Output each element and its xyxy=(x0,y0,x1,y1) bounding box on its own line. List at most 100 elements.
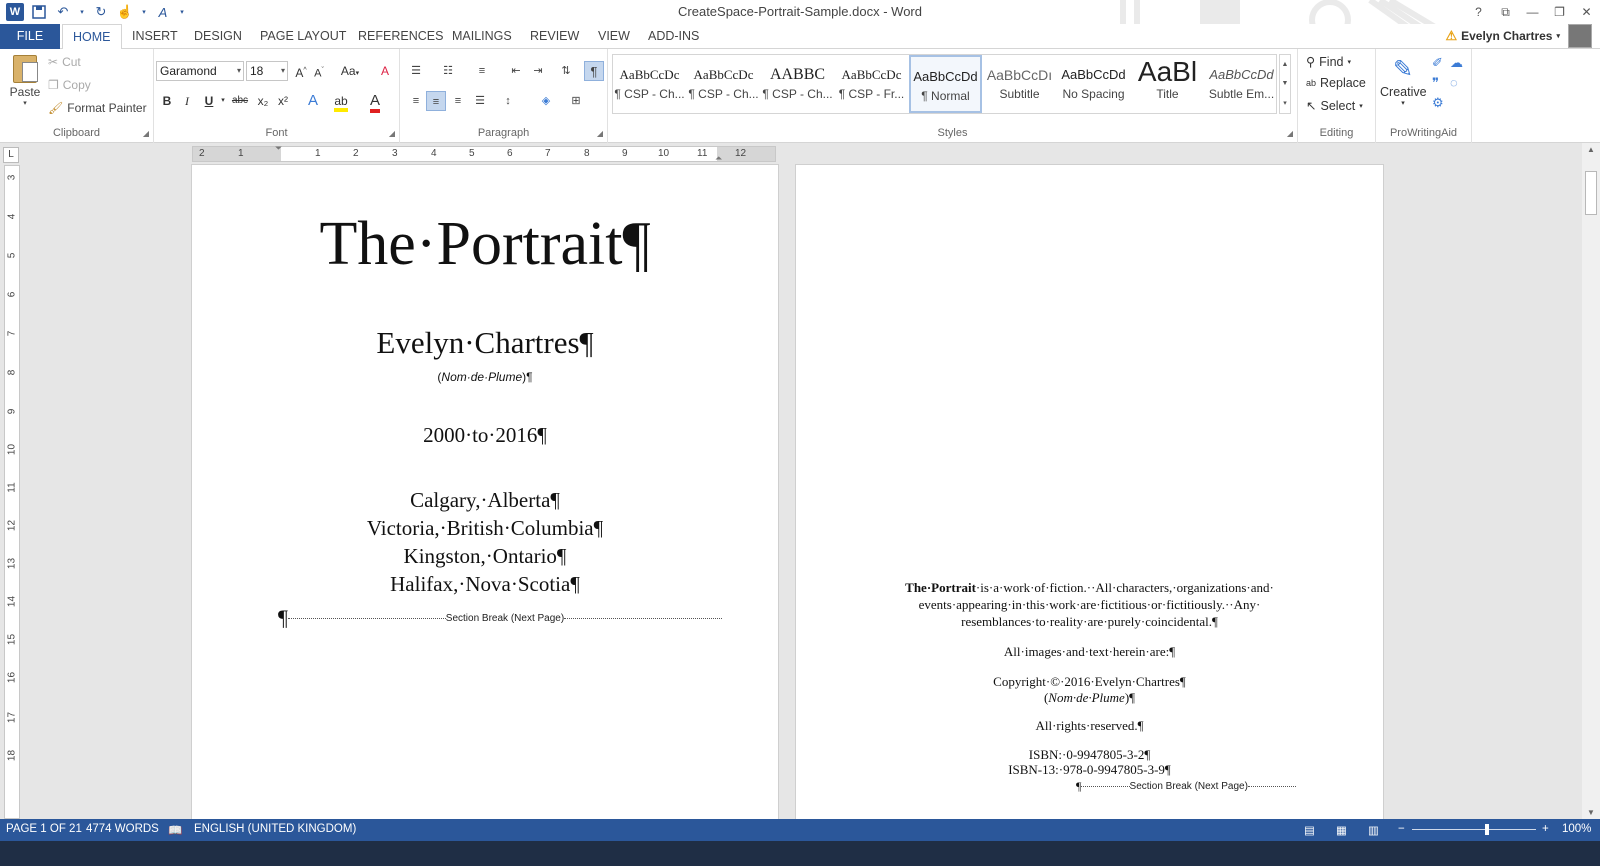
tab-selector[interactable]: L xyxy=(3,147,19,163)
style-csp-chapter-2[interactable]: AaBbCcDc ¶ CSP - Ch... xyxy=(687,55,760,113)
tab-add-ins[interactable]: ADD-INS xyxy=(638,24,709,49)
tab-page-layout[interactable]: PAGE LAYOUT xyxy=(250,24,356,49)
tab-view[interactable]: VIEW xyxy=(588,24,640,49)
text-effects-icon[interactable]: A xyxy=(304,91,322,111)
format-painter-button[interactable]: 🖌 Format Painter xyxy=(48,101,147,115)
copy-button[interactable]: ❐ Copy xyxy=(48,78,91,92)
ribbon-display-icon[interactable]: ⧉ xyxy=(1492,0,1519,24)
tab-mailings[interactable]: MAILINGS xyxy=(442,24,522,49)
tab-review[interactable]: REVIEW xyxy=(520,24,589,49)
clear-formatting-icon[interactable]: A xyxy=(376,61,394,81)
touch-dropdown-icon[interactable]: ▾ xyxy=(140,3,148,21)
scroll-up-icon[interactable]: ▲ xyxy=(1282,61,1289,68)
paste-button[interactable]: Paste ▾ xyxy=(8,55,42,107)
settings-gear-icon[interactable]: ⚙ xyxy=(1432,95,1450,111)
change-case-button[interactable]: Aa▾ xyxy=(338,61,362,81)
scroll-up-arrow-icon[interactable]: ▲ xyxy=(1582,145,1600,154)
indent-marker-icon[interactable]: ⏷ xyxy=(275,143,282,154)
scroll-down-icon[interactable]: ▼ xyxy=(1282,80,1289,87)
user-account[interactable]: ⚠ Evelyn Chartres ▾ xyxy=(1445,28,1560,44)
word-count[interactable]: 4774 WORDS xyxy=(86,823,159,835)
multilevel-list-icon[interactable]: ≡ xyxy=(472,61,492,81)
show-formatting-button[interactable]: ¶ xyxy=(584,61,604,81)
select-button[interactable]: ↖ Select ▾ xyxy=(1306,98,1363,114)
superscript-button[interactable]: x² xyxy=(274,91,292,111)
tab-home[interactable]: HOME xyxy=(62,24,122,50)
vertical-scrollbar[interactable]: ▲ ▼ xyxy=(1582,143,1600,819)
creative-button[interactable]: ✎ Creative ▾ xyxy=(1380,55,1427,107)
zoom-slider[interactable] xyxy=(1412,829,1536,830)
style-csp-chapter-3[interactable]: AABBC ¶ CSP - Ch... xyxy=(761,55,834,113)
tab-references[interactable]: REFERENCES xyxy=(348,24,453,49)
proofing-icon[interactable]: 📖 xyxy=(168,823,182,837)
styles-launcher-icon[interactable]: ◢ xyxy=(1287,129,1293,138)
italic-button[interactable]: I xyxy=(178,91,196,111)
save-icon[interactable] xyxy=(30,3,48,21)
redo-icon[interactable]: ↻ xyxy=(92,3,110,21)
quote-icon[interactable]: ❞ xyxy=(1432,75,1450,91)
restore-icon[interactable]: ❐ xyxy=(1546,0,1573,24)
numbering-icon[interactable]: ☷ xyxy=(438,61,458,81)
cut-button[interactable]: ✂ Cut xyxy=(48,55,81,69)
document-page-1[interactable]: The·Portrait¶ Evelyn·Chartres¶ (Nom·de·P… xyxy=(192,165,778,819)
style-subtle-emphasis[interactable]: AaBbCcDd Subtle Em... xyxy=(1205,55,1278,113)
align-left-icon[interactable]: ≡ xyxy=(406,91,426,111)
style-normal[interactable]: AaBbCcDd ¶ Normal xyxy=(909,55,982,113)
style-no-spacing[interactable]: AaBbCcDd No Spacing xyxy=(1057,55,1130,113)
language-indicator[interactable]: ENGLISH (UNITED KINGDOM) xyxy=(194,823,356,835)
tab-file[interactable]: FILE xyxy=(0,24,60,49)
subscript-button[interactable]: x₂ xyxy=(254,91,272,111)
font-launcher-icon[interactable]: ◢ xyxy=(389,129,395,138)
spelling-icon[interactable]: A xyxy=(154,3,172,21)
more-styles-icon[interactable]: ▾ xyxy=(1283,99,1287,107)
align-right-icon[interactable]: ≡ xyxy=(448,91,468,111)
right-indent-icon[interactable]: ⏶ xyxy=(715,153,722,164)
align-center-icon[interactable]: ≡ xyxy=(426,91,446,111)
style-title[interactable]: AaBl Title xyxy=(1131,55,1204,113)
web-layout-icon[interactable]: ▥ xyxy=(1368,823,1379,837)
borders-icon[interactable]: ⊞ xyxy=(566,91,586,111)
shrink-font-icon[interactable]: Aˇ xyxy=(310,61,328,81)
replace-button[interactable]: ab Replace xyxy=(1306,76,1366,90)
page-count[interactable]: PAGE 1 OF 21 xyxy=(6,823,82,835)
styles-scroll[interactable]: ▲ ▼ ▾ xyxy=(1279,54,1291,114)
strikethrough-button[interactable]: abc xyxy=(228,91,252,111)
print-layout-icon[interactable]: ▦ xyxy=(1336,823,1347,837)
comment-icon[interactable]: ◌ xyxy=(1450,75,1468,91)
tab-design[interactable]: DESIGN xyxy=(184,24,252,49)
justify-icon[interactable]: ☰ xyxy=(470,91,490,111)
undo-dropdown-icon[interactable]: ▾ xyxy=(78,3,86,21)
avatar[interactable] xyxy=(1568,24,1592,48)
bullets-icon[interactable]: ☰ xyxy=(406,61,426,81)
horizontal-ruler[interactable]: 2 1 ⏷ 1 2 3 4 5 6 7 8 9 10 11 ⏶ 12 xyxy=(192,143,776,164)
decrease-indent-icon[interactable]: ⇤ xyxy=(506,61,526,81)
zoom-out-button[interactable]: − xyxy=(1398,823,1405,835)
scroll-down-arrow-icon[interactable]: ▼ xyxy=(1582,808,1600,817)
word-logo-icon[interactable]: W xyxy=(6,3,24,21)
zoom-slider-thumb[interactable] xyxy=(1485,824,1489,835)
scrollbar-thumb[interactable] xyxy=(1585,171,1597,215)
customize-qat-icon[interactable]: ▾ xyxy=(178,3,186,21)
sort-icon[interactable]: ⇅ xyxy=(556,61,576,81)
undo-icon[interactable]: ↶ xyxy=(54,3,72,21)
font-family-select[interactable]: Garamond ▾ xyxy=(156,61,244,81)
vertical-ruler[interactable]: 3 4 5 6 7 8 9 10 11 12 13 14 15 16 17 18 xyxy=(4,165,20,819)
shading-icon[interactable]: ◈ xyxy=(536,91,556,111)
close-icon[interactable]: ✕ xyxy=(1573,0,1600,24)
style-csp-front[interactable]: AaBbCcDc ¶ CSP - Fr... xyxy=(835,55,908,113)
zoom-level[interactable]: 100% xyxy=(1562,823,1591,835)
style-subtitle[interactable]: AaBbCcDı Subtitle xyxy=(983,55,1056,113)
zoom-in-button[interactable]: + xyxy=(1542,823,1549,835)
increase-indent-icon[interactable]: ⇥ xyxy=(528,61,548,81)
font-color-icon[interactable]: A xyxy=(366,91,384,113)
touch-mode-icon[interactable]: ☝ xyxy=(116,3,134,21)
document-page-2[interactable]: The·Portrait·is·a·work·of·fiction.··All·… xyxy=(796,165,1383,819)
eraser-icon[interactable]: ✐ xyxy=(1432,55,1450,71)
grow-font-icon[interactable]: A^ xyxy=(292,61,310,81)
highlight-icon[interactable]: ab xyxy=(332,91,350,112)
line-spacing-icon[interactable]: ↕ xyxy=(498,91,518,111)
style-csp-chapter-1[interactable]: AaBbCcDc ¶ CSP - Ch... xyxy=(613,55,686,113)
read-mode-icon[interactable]: ▤ xyxy=(1304,823,1315,837)
cloud-icon[interactable]: ☁ xyxy=(1450,55,1468,71)
font-size-select[interactable]: 18 ▾ xyxy=(246,61,288,81)
